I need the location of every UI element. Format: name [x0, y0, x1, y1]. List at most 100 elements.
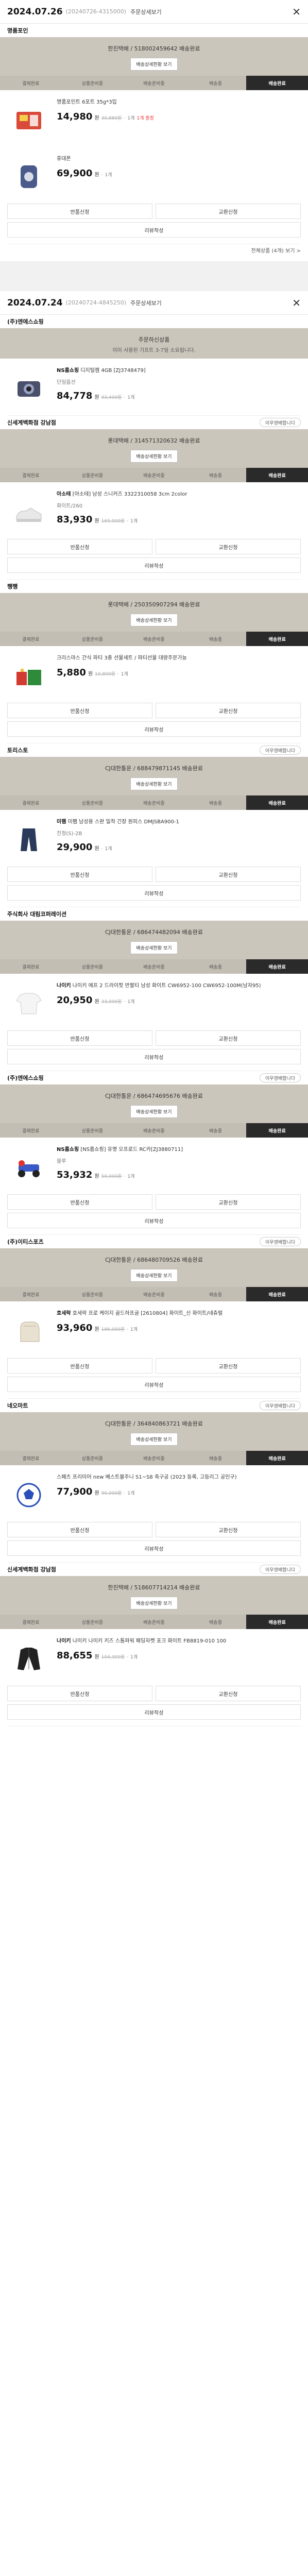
- product-name[interactable]: 스페츠 프리미어 new 베스트볼주니 S1~S8 축구공 (2023 등록, …: [57, 1473, 301, 1481]
- exchange-button[interactable]: 교환신청: [156, 539, 301, 554]
- product-name[interactable]: NS홈쇼핑 [NS홈쇼핑] 유명 오프로드 RC카[ZJ3880711]: [57, 1146, 301, 1154]
- product-name[interactable]: 나이키 나이키 나이키 키즈 스톰파워 패딩자켓 포크 화이트 FB8819-0…: [57, 1637, 301, 1645]
- product-thumbnail[interactable]: [7, 982, 50, 1025]
- product-thumbnail[interactable]: [7, 155, 50, 198]
- product-name[interactable]: 미팸 미팸 남성용 스판 밀착 긴장 원피스 DMJSBA900-1: [57, 818, 301, 826]
- delivery-title: 롯데택배 / 314571320632 배송완료: [108, 437, 200, 444]
- delivery-step: 배송준비중: [143, 1292, 165, 1298]
- price-separator: ·: [127, 519, 129, 524]
- delivery-detail-button[interactable]: 배송상세현황 보기: [130, 614, 178, 626]
- product-item[interactable]: 나이키 나이키 나이키 키즈 스톰파워 패딩자켓 포크 화이트 FB8819-0…: [0, 1629, 308, 1686]
- return-button[interactable]: 반품신청: [7, 1030, 152, 1046]
- product-thumbnail[interactable]: [7, 1146, 50, 1189]
- delivery-detail-button[interactable]: 배송상세현황 보기: [130, 1597, 178, 1609]
- write-review-button[interactable]: 리뷰작성: [7, 1213, 301, 1228]
- write-review-button[interactable]: 리뷰작성: [7, 721, 301, 737]
- price-unit: 원: [94, 1327, 99, 1332]
- product-item[interactable]: NS홈쇼핑 [NS홈쇼핑] 유명 오프로드 RC카[ZJ3880711] 블루 53…: [0, 1138, 308, 1194]
- write-review-button[interactable]: 리뷰작성: [7, 885, 301, 901]
- shop-contact-button[interactable]: 이우영배합니다: [260, 745, 301, 755]
- shop-contact-button[interactable]: 이우영배합니다: [260, 418, 301, 427]
- product-item[interactable]: 명품포인트 6포트 35g*3입 14,980 원 30,880원 · 1개 1개 증정: [0, 90, 308, 147]
- exchange-button[interactable]: 교환신청: [156, 204, 301, 219]
- delivery-detail-button[interactable]: 배송상세현황 보기: [130, 1433, 178, 1446]
- product-name[interactable]: 휴대폰: [57, 155, 301, 163]
- product-thumbnail[interactable]: [7, 367, 50, 410]
- price-now: 20,950: [57, 995, 93, 1006]
- return-button[interactable]: 반품신청: [7, 539, 152, 554]
- product-item[interactable]: 호세락 호세락 프로 케이지 골드하프글 [2610804] 화이트_신 화이트…: [0, 1301, 308, 1358]
- product-item[interactable]: 미팸 미팸 남성용 스판 밀착 긴장 원피스 DMJSBA900-1 진청(S)-…: [0, 810, 308, 867]
- product-thumbnail[interactable]: [7, 1310, 50, 1353]
- delivery-detail-button[interactable]: 배송상세현황 보기: [130, 777, 178, 790]
- price-now: 5,880: [57, 667, 86, 678]
- product-thumbnail[interactable]: [7, 490, 50, 534]
- product-item[interactable]: 크리스마스 간식 파티 3종 선물세트 / 파티선물 대량주문가능 5,880 원 1…: [0, 646, 308, 703]
- shop-contact-button[interactable]: 이우영배합니다: [260, 1237, 301, 1246]
- delivery-detail-button[interactable]: 배송상세현황 보기: [130, 941, 178, 954]
- product-name[interactable]: 명품포인트 6포트 35g*3입: [57, 98, 301, 106]
- exchange-button[interactable]: 교환신청: [156, 703, 301, 718]
- product-item[interactable]: 휴대폰 69,900 원 · 1개: [0, 147, 308, 204]
- delivery-detail-button[interactable]: 배송상세현황 보기: [130, 58, 178, 71]
- write-review-button[interactable]: 리뷰작성: [7, 222, 301, 238]
- delivery-detail-button[interactable]: 배송상세현황 보기: [130, 450, 178, 463]
- product-item[interactable]: 나이키 나이키 에프 2 드라이핏 반팔티 남성 화이트 CW6952-100 …: [0, 974, 308, 1030]
- return-button[interactable]: 반품신청: [7, 1358, 152, 1374]
- product-quantity: 1개: [127, 999, 135, 1005]
- price-now: 84,778: [57, 391, 93, 401]
- product-item[interactable]: NS홈쇼핑 디지털캠 4GB [ZJ3748479] 단일옵션 84,778 원 93,…: [0, 359, 308, 415]
- price-original: 10,800원: [95, 672, 115, 677]
- product-thumbnail[interactable]: [7, 654, 50, 698]
- shop-contact-button[interactable]: 이우영배합니다: [260, 1073, 301, 1082]
- delivery-step: 배송완료: [246, 76, 308, 90]
- delivery-step: 배송완료: [246, 1123, 308, 1138]
- delivery-steps: 결제완료 상품준비중 배송준비중 배송중 배송완료: [0, 1451, 308, 1465]
- write-review-button[interactable]: 리뷰작성: [7, 1540, 301, 1556]
- return-button[interactable]: 반품신청: [7, 1686, 152, 1701]
- exchange-button[interactable]: 교환신청: [156, 1686, 301, 1701]
- product-item[interactable]: 아소테 [아소테] 남성 스니커즈 3322310058 3cm 2color 화…: [0, 482, 308, 539]
- product-name[interactable]: 나이키 나이키 에프 2 드라이핏 반팔티 남성 화이트 CW6952-100 …: [57, 982, 301, 990]
- return-button[interactable]: 반품신청: [7, 867, 152, 882]
- return-button[interactable]: 반품신청: [7, 1194, 152, 1210]
- delivery-detail-button[interactable]: 배송상세현황 보기: [130, 1105, 178, 1118]
- product-thumbnail[interactable]: [7, 1473, 50, 1517]
- exchange-button[interactable]: 교환신청: [156, 867, 301, 882]
- shop-bar: 네오마트 이우영배합니다: [0, 1399, 308, 1412]
- order-detail-link[interactable]: 주문상세보기: [130, 8, 162, 16]
- close-icon[interactable]: ✕: [292, 298, 301, 308]
- write-review-button[interactable]: 리뷰작성: [7, 1704, 301, 1720]
- product-thumbnail[interactable]: [7, 1637, 50, 1681]
- product-info: 크리스마스 간식 파티 3종 선물세트 / 파티선물 대량주문가능 5,880 원 1…: [50, 654, 301, 698]
- order-actions: 반품신청 교환신청: [0, 539, 308, 554]
- product-name[interactable]: 호세락 호세락 프로 케이지 골드하프글 [2610804] 화이트_신 화이트…: [57, 1310, 301, 1317]
- shop-contact-button[interactable]: 이우영배합니다: [260, 1565, 301, 1574]
- exchange-button[interactable]: 교환신청: [156, 1522, 301, 1537]
- return-button[interactable]: 반품신청: [7, 204, 152, 219]
- close-icon[interactable]: ✕: [292, 7, 301, 17]
- product-thumbnail[interactable]: [7, 98, 50, 142]
- delivery-step: 배송중: [209, 1620, 222, 1625]
- delivery-step: 상품준비중: [81, 637, 104, 642]
- product-name[interactable]: 크리스마스 간식 파티 3종 선물세트 / 파티선물 대량주문가능: [57, 654, 301, 662]
- product-thumbnail[interactable]: [7, 818, 50, 861]
- delivery-step: 배송중: [209, 637, 222, 642]
- product-name[interactable]: NS홈쇼핑 디지털캠 4GB [ZJ3748479]: [57, 367, 301, 375]
- order-detail-link[interactable]: 주문상세보기: [130, 299, 162, 307]
- shop-contact-button[interactable]: 이우영배합니다: [260, 1401, 301, 1410]
- delivery-step: 배송중: [209, 1292, 222, 1298]
- product-name[interactable]: 아소테 [아소테] 남성 스니커즈 3322310058 3cm 2color: [57, 490, 301, 498]
- return-button[interactable]: 반품신청: [7, 1522, 152, 1537]
- exchange-button[interactable]: 교환신청: [156, 1030, 301, 1046]
- exchange-button[interactable]: 교환신청: [156, 1194, 301, 1210]
- write-review-button[interactable]: 리뷰작성: [7, 557, 301, 573]
- view-all-products-link[interactable]: 전체상품 (4개) 보기 >: [0, 244, 308, 259]
- exchange-button[interactable]: 교환신청: [156, 1358, 301, 1374]
- delivery-step: 배송완료: [246, 1615, 308, 1629]
- write-review-button[interactable]: 리뷰작성: [7, 1049, 301, 1064]
- write-review-button[interactable]: 리뷰작성: [7, 1377, 301, 1392]
- delivery-detail-button[interactable]: 배송상세현황 보기: [130, 1269, 178, 1282]
- product-item[interactable]: 스페츠 프리미어 new 베스트볼주니 S1~S8 축구공 (2023 등록, …: [0, 1465, 308, 1522]
- return-button[interactable]: 반품신청: [7, 703, 152, 718]
